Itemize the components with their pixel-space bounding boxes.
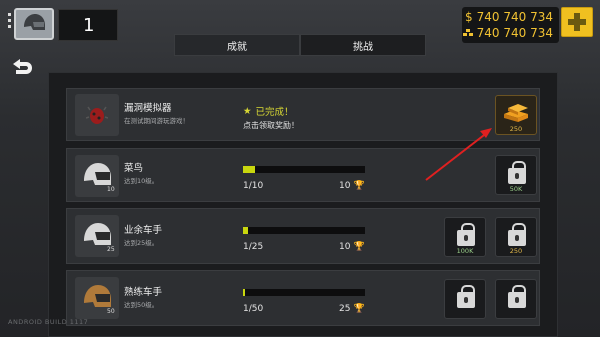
achievement-row: 50 熟练车手 达到50级。 1/50 25 🏆: [66, 270, 540, 326]
achievement-icon: [75, 94, 119, 136]
trophy-icon: 🏆: [353, 181, 365, 191]
trophy-icon: 🏆: [353, 242, 365, 252]
achievement-icon: 25: [75, 215, 119, 257]
progress-fill: [243, 166, 256, 173]
reward-locked: 50K: [495, 155, 537, 195]
progress-text: 1/50: [243, 304, 264, 314]
lock-icon: [457, 223, 475, 246]
points-value: 25: [339, 304, 351, 314]
points-value: 10: [339, 242, 351, 252]
star-icon: ★: [243, 105, 252, 117]
achievement-icon: 50: [75, 277, 119, 319]
level-badge: 25: [107, 246, 115, 253]
lock-icon: [508, 223, 526, 246]
achievement-desc: 达到50级。: [124, 301, 159, 309]
achievement-row: 25 业余车手 达到25级。 1/25 10 🏆 100K 250: [66, 208, 540, 264]
progress-fill: [243, 289, 246, 296]
lock-icon: [508, 161, 526, 184]
build-watermark: ANDROID BUILD 1117: [8, 318, 89, 326]
completed-label: ★ 已完成！: [243, 104, 294, 119]
reward-label: 250: [509, 247, 523, 255]
reward-locked: [495, 279, 537, 319]
reward-label: 250: [509, 125, 523, 133]
gold-bars-icon: [462, 29, 473, 36]
achievement-name: 熟练车手: [124, 287, 163, 298]
progress-bar: [243, 166, 365, 173]
add-currency-button[interactable]: [561, 7, 593, 37]
achievement-name: 业余车手: [124, 225, 163, 236]
achievement-name: 漏洞模拟器: [124, 103, 172, 114]
back-icon[interactable]: [10, 57, 34, 77]
lock-icon: [457, 285, 475, 308]
cash-amount: 740 740 734: [476, 10, 553, 24]
level-badge: 50: [107, 308, 115, 315]
tab-challenges[interactable]: 挑战: [300, 34, 426, 56]
reward-locked: 250: [495, 217, 537, 257]
gold-bars-icon: [504, 104, 528, 122]
level-indicator: 1: [58, 9, 118, 41]
progress-bar: [243, 289, 365, 296]
points: 25 🏆: [339, 304, 365, 314]
reward-label: 50K: [509, 185, 523, 193]
tab-bar: 成就 挑战: [174, 34, 426, 56]
gold-row: 740 740 734: [462, 26, 553, 40]
dollar-icon: $: [465, 10, 473, 24]
level-badge: 10: [107, 186, 115, 193]
achievement-desc: 在测试期间游玩游戏！: [124, 117, 189, 125]
achievement-name: 菜鸟: [124, 163, 144, 174]
points: 10 🏆: [339, 242, 365, 252]
currency-panel: $ 740 740 734 740 740 734: [462, 7, 559, 43]
reward-label: 100K: [456, 247, 474, 255]
reward-locked: 100K: [444, 217, 486, 257]
avatar[interactable]: [14, 8, 54, 40]
achievement-row: 漏洞模拟器 在测试期间游玩游戏！ ★ 已完成！ 点击领取奖励！ 250: [66, 88, 540, 141]
cash-row: $ 740 740 734: [465, 10, 553, 24]
claim-hint: 点击领取奖励！: [243, 121, 299, 130]
tab-achievements[interactable]: 成就: [174, 34, 300, 56]
achievement-desc: 达到10级。: [124, 177, 159, 185]
achievement-icon: 10: [75, 155, 119, 197]
points-value: 10: [339, 181, 351, 191]
achievement-desc: 达到25级。: [124, 239, 159, 247]
progress-fill: [243, 227, 248, 234]
lock-icon: [508, 285, 526, 308]
progress-text: 1/25: [243, 242, 264, 252]
bug-icon: [86, 106, 108, 124]
gold-amount: 740 740 734: [476, 26, 553, 40]
plus-icon: [568, 13, 586, 31]
completed-text: 已完成！: [255, 107, 294, 118]
achievement-row: 10 菜鸟 达到10级。 1/10 10 🏆 50K: [66, 148, 540, 202]
progress-bar: [243, 227, 365, 234]
progress-text: 1/10: [243, 181, 264, 191]
points: 10 🏆: [339, 181, 365, 191]
reward-locked: [444, 279, 486, 319]
helmet-icon: [24, 14, 45, 30]
trophy-icon: 🏆: [353, 304, 365, 314]
claim-reward-button[interactable]: 250: [495, 95, 537, 135]
